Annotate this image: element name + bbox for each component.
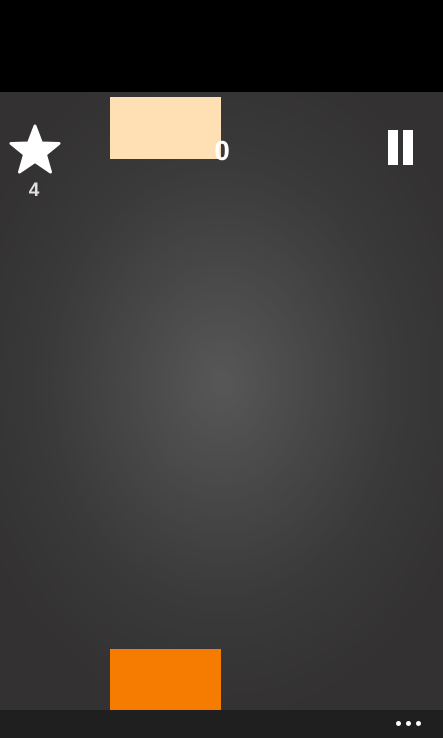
more-options-button[interactable] xyxy=(395,719,423,729)
ellipsis-dot xyxy=(396,721,401,726)
bottom-paddle-block[interactable] xyxy=(110,649,221,710)
star-button[interactable] xyxy=(8,124,62,178)
pause-button[interactable] xyxy=(386,130,416,166)
star-count: 4 xyxy=(28,180,40,201)
status-bar xyxy=(0,0,443,92)
app-bar xyxy=(0,710,443,738)
ellipsis-dot xyxy=(406,721,411,726)
pause-icon-bar-right xyxy=(403,130,413,165)
pause-icon-bar-left xyxy=(388,130,398,165)
score-counter: 0 xyxy=(214,135,230,166)
star-icon xyxy=(9,124,61,174)
game-screen: 4 0 xyxy=(0,0,443,738)
ellipsis-dot xyxy=(416,721,421,726)
game-area[interactable]: 4 0 xyxy=(0,92,443,710)
